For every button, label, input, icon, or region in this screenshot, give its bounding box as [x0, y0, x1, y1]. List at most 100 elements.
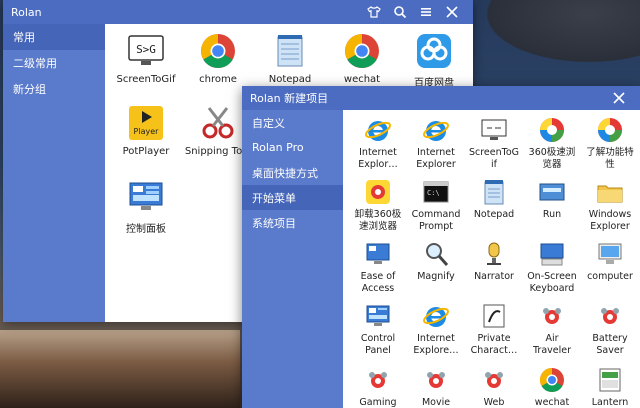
- start-menu-item[interactable]: Control Panel: [349, 302, 407, 357]
- start-menu-item[interactable]: Internet Explore…: [407, 302, 465, 357]
- app-tile[interactable]: Notepad: [253, 32, 327, 85]
- computer-icon: [598, 243, 622, 264]
- run-icon: [539, 183, 565, 201]
- start-menu-item[interactable]: C:\ Command Prompt: [407, 178, 465, 233]
- start-menu-item[interactable]: On-Screen Keyboard: [523, 240, 581, 295]
- start-menu-item-label: Web: [483, 397, 505, 408]
- start-menu-item[interactable]: Battery Saver: [581, 302, 639, 357]
- desktop-horizon: [0, 330, 240, 408]
- start-menu-item-label: Air Traveler: [533, 333, 571, 356]
- start-menu-item[interactable]: Ease of Access: [349, 240, 407, 295]
- start-menu-item[interactable]: 了解功能特 性: [581, 116, 639, 171]
- new-item-window: Rolan 新建项目 自定义 Rolan Pro 桌面快捷方式 开始菜单 系统项…: [242, 86, 640, 408]
- start-menu-item[interactable]: Air Traveler: [523, 302, 581, 357]
- screentogif-icon: S>G: [128, 35, 164, 65]
- sub-sidebar: 自定义 Rolan Pro 桌面快捷方式 开始菜单 系统项目: [242, 110, 343, 408]
- keyboard-icon: [540, 243, 564, 266]
- sidebar-item-changyong[interactable]: 常用: [3, 24, 105, 50]
- sidebar-item-custom[interactable]: 自定义: [242, 110, 343, 135]
- start-menu-item-label: Lantern: [591, 397, 629, 408]
- start-menu-item[interactable]: 卸载360极 速浏览器: [349, 178, 407, 233]
- sidebar-item-rolan-pro[interactable]: Rolan Pro: [242, 135, 343, 160]
- start-menu-item[interactable]: Private Charact…: [465, 302, 523, 357]
- app-tile[interactable]: chrome: [181, 32, 255, 85]
- sidebar-item-xinfenzu[interactable]: 新分组: [3, 76, 105, 102]
- sub-window-title: Rolan 新建项目: [250, 92, 329, 105]
- start-menu-item[interactable]: Internet Explorer: [407, 116, 465, 171]
- app-tile[interactable]: wechat: [325, 32, 399, 85]
- app-tile[interactable]: 控制面板: [109, 178, 183, 235]
- start-menu-item-label: computer: [587, 271, 633, 282]
- notepad-icon: [277, 35, 303, 67]
- main-sidebar: 常用 二级常用 新分组: [3, 24, 105, 322]
- start-menu-item[interactable]: Notepad: [465, 178, 523, 221]
- control-panel-icon: [129, 182, 163, 210]
- start-menu-item-label: wechat: [534, 397, 570, 408]
- main-titlebar[interactable]: Rolan: [3, 0, 473, 24]
- start-menu-item-label: Run: [542, 209, 562, 220]
- start-menu-item[interactable]: Magnify: [407, 240, 465, 283]
- private-character-icon: [483, 304, 505, 328]
- control-panel-icon: [366, 305, 390, 326]
- screentogif-icon: [481, 119, 507, 140]
- start-menu-item[interactable]: Windows Explorer: [581, 178, 639, 233]
- uninstall-icon: [366, 180, 390, 204]
- start-menu-item[interactable]: Movie: [407, 366, 465, 408]
- folder-icon: [597, 185, 623, 203]
- start-menu-item-label: Narrator: [474, 271, 514, 282]
- internet-explorer-icon: [365, 121, 391, 141]
- sidebar-item-system-items[interactable]: 系统项目: [242, 210, 343, 235]
- sidebar-item-desktop-shortcuts[interactable]: 桌面快捷方式: [242, 160, 343, 185]
- desktop-rock: [470, 0, 640, 70]
- game-icon: [485, 372, 503, 388]
- start-menu-item-label: Ease of Access: [360, 271, 396, 294]
- start-menu-item-label: Internet Explorer: [416, 147, 456, 170]
- game-icon: [543, 308, 561, 324]
- start-menu-item-label: Gaming: [359, 397, 397, 408]
- start-menu-item-label: On-Screen Keyboard: [527, 271, 577, 294]
- start-menu-item-label: Control Panel: [360, 333, 396, 356]
- start-menu-item[interactable]: Gaming: [349, 366, 407, 408]
- search-icon[interactable]: [387, 0, 413, 24]
- app-tile[interactable]: S>G ScreenToGif: [109, 32, 183, 85]
- sidebar-item-start-menu[interactable]: 开始菜单: [242, 185, 343, 210]
- start-menu-item-label: 了解功能特 性: [586, 147, 634, 170]
- ease-of-access-icon: [366, 243, 390, 264]
- shirt-icon[interactable]: [361, 0, 387, 24]
- start-menu-item-label: Internet Explore…: [413, 333, 459, 356]
- start-menu-item[interactable]: computer: [581, 240, 639, 283]
- start-menu-item[interactable]: Run: [523, 178, 581, 221]
- 360-browser-icon: [598, 118, 622, 142]
- chrome-icon: [345, 34, 379, 68]
- menu-icon[interactable]: [413, 0, 439, 24]
- game-icon: [601, 308, 619, 324]
- start-menu-item-label: Internet Explor…: [358, 147, 398, 170]
- command-prompt-icon: C:\: [423, 181, 449, 203]
- chrome-icon: [539, 368, 564, 393]
- start-menu-item[interactable]: Web: [465, 366, 523, 408]
- svg-text:Player: Player: [134, 127, 160, 136]
- sub-titlebar[interactable]: Rolan 新建项目: [242, 86, 640, 110]
- start-menu-item[interactable]: Lantern: [581, 366, 639, 408]
- svg-text:C:\: C:\: [427, 189, 440, 197]
- game-icon: [427, 372, 445, 388]
- start-menu-item-label: Command Prompt: [411, 209, 461, 232]
- start-menu-item[interactable]: ScreenToG if: [465, 116, 523, 171]
- magnify-icon: [426, 243, 449, 266]
- close-icon[interactable]: [606, 86, 632, 110]
- app-tile[interactable]: 百度网盘: [397, 32, 471, 89]
- start-menu-item[interactable]: Narrator: [465, 240, 523, 283]
- start-menu-item[interactable]: wechat: [523, 366, 581, 408]
- potplayer-icon: Player: [129, 106, 163, 140]
- start-menu-item-grid: Internet Explor… Internet Explorer ScreenT…: [343, 110, 640, 408]
- close-icon[interactable]: [439, 0, 465, 24]
- start-menu-item[interactable]: 360极速浏 览器: [523, 116, 581, 171]
- lantern-icon: [599, 368, 621, 392]
- start-menu-item-label: ScreenToG if: [468, 147, 520, 170]
- start-menu-item[interactable]: Internet Explor…: [349, 116, 407, 171]
- sidebar-item-erji[interactable]: 二级常用: [3, 50, 105, 76]
- start-menu-item-label: Windows Explorer: [588, 209, 632, 232]
- start-menu-item-label: Magnify: [417, 271, 455, 282]
- start-menu-item-label: Movie: [421, 397, 451, 408]
- app-tile[interactable]: Player PotPlayer: [109, 104, 183, 157]
